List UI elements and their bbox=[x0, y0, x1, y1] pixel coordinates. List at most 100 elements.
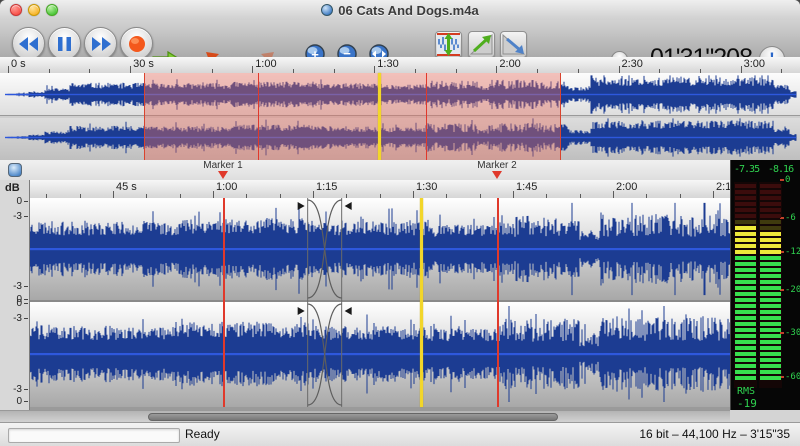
normalize-icon bbox=[437, 33, 460, 56]
meter-segment bbox=[760, 220, 781, 224]
overview-ruler[interactable]: 0 s30 s1:001:302:002:303:00 bbox=[0, 57, 800, 74]
ruler-time-label: 1:00 bbox=[255, 58, 276, 70]
db-scale-tick bbox=[24, 286, 28, 287]
marker-label: Marker 2 bbox=[452, 160, 542, 171]
ruler-tick bbox=[613, 191, 614, 198]
meter-scale-label: -6 bbox=[785, 213, 796, 223]
meter-segment bbox=[735, 196, 756, 200]
ruler-tick bbox=[496, 66, 497, 73]
meter-segment bbox=[760, 358, 781, 362]
meter-segment bbox=[735, 226, 756, 230]
meter-segment bbox=[760, 268, 781, 272]
ruler-tick bbox=[741, 66, 742, 73]
meter-segment bbox=[760, 250, 781, 254]
meter-scale-label: -20 bbox=[785, 285, 800, 295]
fast-forward-button[interactable] bbox=[84, 27, 117, 60]
record-icon bbox=[128, 35, 146, 53]
overview-playhead[interactable] bbox=[378, 73, 381, 160]
title-bar[interactable]: 06 Cats And Dogs.m4a bbox=[0, 0, 800, 21]
meter-segment bbox=[760, 298, 781, 302]
meter-segment bbox=[760, 274, 781, 278]
marker-line[interactable] bbox=[223, 198, 225, 407]
db-scale-gutter: dB 0-3-300-3-30 bbox=[0, 180, 30, 410]
marker-flag-icon[interactable] bbox=[492, 171, 502, 179]
ruler-time-label: 3:00 bbox=[744, 58, 765, 70]
window-title-text: 06 Cats And Dogs.m4a bbox=[338, 3, 478, 18]
main-ruler[interactable]: 45 s1:001:151:301:452:002:15 bbox=[30, 180, 730, 199]
meter-scale-label: -12 bbox=[785, 247, 800, 257]
audio-format-info: 16 bit – 44,100 Hz – 3'15"35 bbox=[639, 427, 790, 441]
meter-segment bbox=[735, 286, 756, 290]
meter-segment bbox=[760, 334, 781, 338]
meter-segment bbox=[735, 220, 756, 224]
meter-segment bbox=[735, 238, 756, 242]
meter-segment bbox=[735, 364, 756, 368]
ruler-tick bbox=[113, 191, 114, 198]
db-scale-tick bbox=[24, 318, 28, 319]
marker-bar[interactable]: Marker 1Marker 2 bbox=[0, 160, 730, 181]
marker-line[interactable] bbox=[497, 198, 499, 407]
fade-in-button[interactable] bbox=[468, 31, 495, 58]
db-scale-tick bbox=[24, 389, 28, 390]
meter-scale-label: 0 bbox=[785, 175, 790, 185]
horizontal-scrollbar[interactable] bbox=[0, 410, 730, 422]
meter-segment bbox=[735, 340, 756, 344]
ruler-time-label: 30 s bbox=[133, 58, 154, 70]
db-scale-label: -3 bbox=[13, 384, 22, 395]
meter-segment bbox=[760, 292, 781, 296]
ruler-tick bbox=[252, 66, 253, 73]
db-scale-tick bbox=[24, 303, 28, 304]
db-scale-label: -3 bbox=[13, 211, 22, 222]
document-proxy-icon[interactable] bbox=[321, 4, 333, 16]
meter-segment bbox=[735, 334, 756, 338]
main-waveform[interactable] bbox=[30, 198, 730, 410]
meter-segment bbox=[735, 358, 756, 362]
meter-segment bbox=[735, 208, 756, 212]
meter-segment bbox=[760, 352, 781, 356]
meter-segment bbox=[760, 196, 781, 200]
meter-segment bbox=[735, 250, 756, 254]
meter-segment bbox=[760, 304, 781, 308]
overview-waveform[interactable] bbox=[0, 73, 800, 161]
meter-segment bbox=[760, 202, 781, 206]
overview-marker-line bbox=[258, 73, 259, 160]
scrollbar-thumb[interactable] bbox=[148, 413, 558, 421]
meter-segment bbox=[735, 214, 756, 218]
pause-icon bbox=[58, 37, 71, 51]
crossfade-overlay[interactable] bbox=[30, 198, 730, 410]
meter-segment bbox=[760, 208, 781, 212]
rms-value: -19 bbox=[737, 397, 757, 410]
meter-scale-label: -30 bbox=[785, 328, 800, 338]
pause-button[interactable] bbox=[48, 27, 81, 60]
meter-segment bbox=[760, 184, 781, 188]
rewind-icon bbox=[19, 37, 39, 51]
fade-handle-left-icon bbox=[345, 307, 352, 315]
db-scale-label: -3 bbox=[13, 281, 22, 292]
playhead-line[interactable] bbox=[420, 198, 423, 407]
fade-handle-right-icon bbox=[298, 202, 305, 210]
meter-segment bbox=[760, 280, 781, 284]
meter-segment bbox=[760, 376, 781, 380]
meter-segment bbox=[760, 244, 781, 248]
ruler-time-label: 2:00 bbox=[616, 181, 637, 193]
normalize-button[interactable] bbox=[435, 31, 462, 58]
meter-segment bbox=[735, 202, 756, 206]
meter-segment bbox=[735, 352, 756, 356]
overview-visible-region[interactable] bbox=[144, 73, 560, 160]
status-bar: Ready 16 bit – 44,100 Hz – 3'15"35 bbox=[0, 422, 800, 446]
ruler-time-label: 1:15 bbox=[316, 181, 337, 193]
db-scale-tick bbox=[24, 401, 28, 402]
meter-segment bbox=[735, 304, 756, 308]
ruler-time-label: 1:30 bbox=[377, 58, 398, 70]
document-icon[interactable] bbox=[8, 163, 22, 177]
meter-segment bbox=[760, 262, 781, 266]
marker-flag-icon[interactable] bbox=[218, 171, 228, 179]
meter-segment bbox=[735, 376, 756, 380]
peak-value-right: -8.16 bbox=[768, 164, 793, 175]
fade-out-button[interactable] bbox=[500, 31, 527, 58]
fade-out-icon bbox=[502, 33, 525, 56]
rewind-button[interactable] bbox=[12, 27, 45, 60]
record-button[interactable] bbox=[120, 27, 153, 60]
meter-segment bbox=[760, 364, 781, 368]
meter-segment bbox=[760, 346, 781, 350]
